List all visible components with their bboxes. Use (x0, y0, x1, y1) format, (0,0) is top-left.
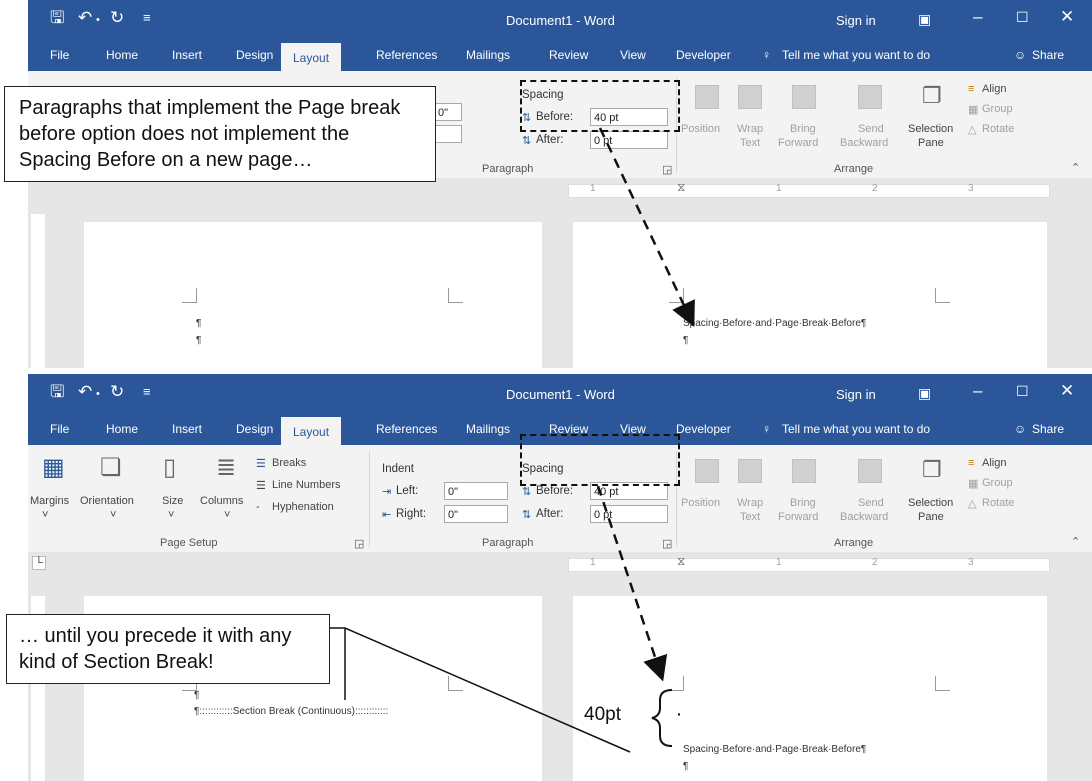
spacing-brace (651, 689, 673, 747)
annotation-arrows (330, 127, 695, 753)
callout-leader-line (330, 627, 631, 753)
dashed-arrow-top (598, 127, 695, 328)
spacing-amount-label: 40pt (584, 704, 621, 725)
dashed-arrow-bottom (596, 485, 668, 682)
